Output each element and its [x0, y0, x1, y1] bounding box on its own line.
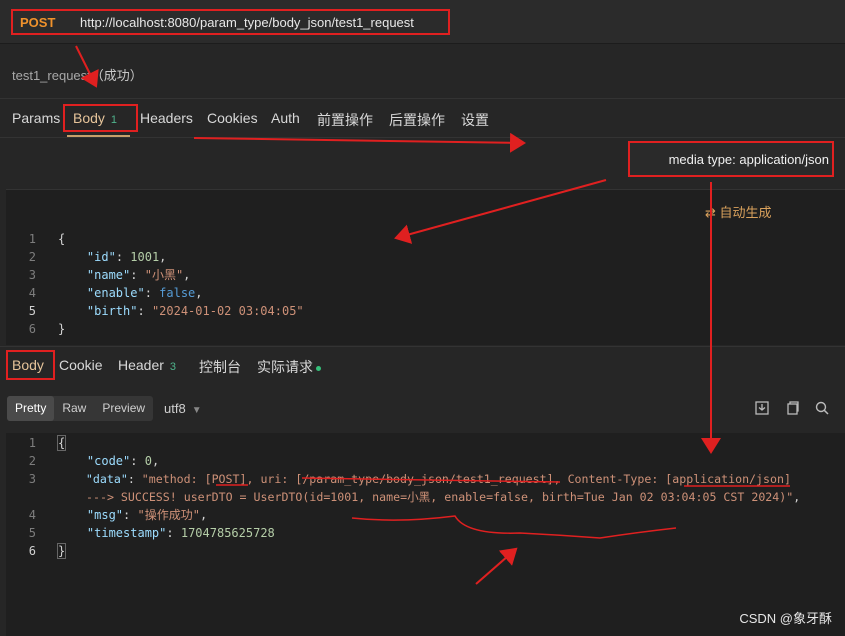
line-number: 3	[28, 268, 36, 282]
url-bar: POST http://localhost:8080/param_type/bo…	[0, 0, 845, 44]
download-icon[interactable]	[753, 399, 771, 417]
tab-post-operations[interactable]: 后置操作	[389, 110, 445, 130]
response-view-bar: Pretty Raw Preview utf8 ▼	[0, 396, 845, 424]
line-number: 2	[28, 250, 36, 264]
status-dot	[316, 365, 321, 371]
search-icon[interactable]	[813, 399, 831, 417]
tab-pre-operations[interactable]: 前置操作	[317, 110, 373, 130]
line-number: 1	[28, 436, 36, 450]
view-preview[interactable]: Preview	[94, 396, 153, 421]
watermark: CSDN @象牙酥	[739, 611, 832, 626]
code-line: "enable": false,	[86, 286, 203, 300]
tab-response-cookie[interactable]: Cookie	[59, 357, 103, 373]
code-line: }	[58, 322, 66, 336]
code-line: "data": "method: [POST], uri: [/param_ty…	[85, 472, 791, 486]
code-line: {	[58, 232, 66, 246]
line-number: 6	[28, 544, 36, 558]
tab-actual-request[interactable]: 实际请求	[257, 357, 321, 377]
annotation-arrow	[193, 132, 526, 153]
url-box[interactable]: POST http://localhost:8080/param_type/bo…	[11, 9, 450, 35]
url-input[interactable]: http://localhost:8080/param_type/body_js…	[80, 15, 414, 30]
chevron-down-icon: ▼	[191, 405, 202, 416]
http-method[interactable]: POST	[20, 15, 80, 30]
line-number: 5	[28, 304, 36, 318]
code-line: {	[56, 435, 67, 451]
request-title: test1_request（成功）	[12, 65, 143, 84]
tab-response-header[interactable]: Header 3	[118, 357, 176, 373]
line-number: 4	[28, 286, 36, 300]
view-mode-switch: Pretty Raw Preview	[7, 396, 154, 421]
line-number: 3	[28, 472, 36, 486]
response-tabs: Body Cookie Header 3 控制台 实际请求	[0, 346, 845, 386]
code-line: "timestamp": 1704785625728	[86, 526, 275, 540]
tab-params[interactable]: Params	[12, 110, 60, 126]
code-line: "code": 0,	[86, 454, 160, 468]
request-name: test1_request	[12, 68, 91, 83]
line-number: 1	[28, 232, 36, 246]
annotation-box-response-body	[6, 350, 55, 380]
auto-generate-button[interactable]: ⇄ 自动生成	[705, 202, 772, 221]
tab-auth[interactable]: Auth	[271, 110, 300, 126]
request-status: （成功）	[90, 68, 143, 83]
code-line: "birth": "2024-01-02 03:04:05"	[86, 304, 304, 318]
media-type-box[interactable]: media type: application/json	[628, 141, 834, 177]
code-line: "name": "小黑",	[86, 268, 191, 282]
view-raw[interactable]: Raw	[54, 396, 94, 421]
tab-headers[interactable]: Headers	[140, 110, 193, 126]
code-line: }	[56, 543, 67, 559]
line-number: 2	[28, 454, 36, 468]
tab-settings[interactable]: 设置	[461, 110, 489, 130]
tab-cookies[interactable]: Cookies	[207, 110, 258, 126]
active-tab-indicator	[67, 135, 130, 137]
encoding-select[interactable]: utf8 ▼	[164, 401, 202, 416]
line-number: 4	[28, 508, 36, 522]
line-number: 6	[28, 322, 36, 336]
code-line: "msg": "操作成功",	[86, 508, 208, 522]
code-line: "id": 1001,	[86, 250, 167, 264]
view-pretty[interactable]: Pretty	[7, 396, 55, 421]
annotation-box-body	[63, 104, 138, 132]
code-line-continuation: ---> SUCCESS! userDTO = UserDTO(id=1001,…	[86, 490, 801, 504]
line-number: 5	[28, 526, 36, 540]
tab-console[interactable]: 控制台	[199, 357, 241, 377]
copy-icon[interactable]	[783, 399, 801, 417]
refresh-icon: ⇄	[705, 205, 716, 220]
media-type-label: media type: application/json	[668, 151, 829, 167]
request-tabs: Params Body 1 Headers Cookies Auth 前置操作 后…	[0, 98, 845, 138]
